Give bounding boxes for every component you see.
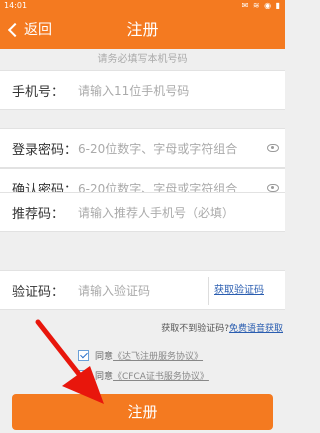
code-row: 验证码： 请输入验证码 获取验证码 xyxy=(0,270,285,310)
referrer-label: 推荐码： xyxy=(12,206,65,222)
status-time: 14:01 xyxy=(4,1,28,10)
referrer-row: 推荐码： 请输入推荐人手机号（必填） xyxy=(0,192,285,232)
referrer-input[interactable]: 请输入推荐人手机号（必填） xyxy=(78,204,285,221)
agreement-prefix: 同意 xyxy=(95,372,114,382)
status-bar: 14:01 ✉ ≋ ◉ ▮ xyxy=(0,0,285,12)
voice-code-link[interactable]: 免费语音获取 xyxy=(229,324,283,334)
voice-prefix: 获取不到验证码? xyxy=(161,324,229,334)
agreement-link[interactable]: 《达飞注册服务协议》 xyxy=(113,349,203,362)
get-code-button[interactable]: 获取验证码 xyxy=(214,271,264,311)
password-input[interactable]: 6-20位数字、字母或字符组合 xyxy=(78,140,285,157)
voice-code-line: 获取不到验证码?免费语音获取 xyxy=(161,321,283,334)
agreement-row-2: 同意 《CFCA证书服务协议》 xyxy=(78,369,209,382)
hint-text: 请务必填写本机号码 xyxy=(97,54,188,65)
password-row: 登录密码： 6-20位数字、字母或字符组合 xyxy=(0,128,285,168)
page-title: 注册 xyxy=(126,20,159,39)
phone-input[interactable]: 请输入11位手机号码 xyxy=(78,82,285,99)
agreement-row-1: 同意 《达飞注册服务协议》 xyxy=(78,349,203,362)
checkbox-icon[interactable] xyxy=(78,350,89,361)
password-label: 登录密码： xyxy=(12,142,78,158)
divider xyxy=(208,277,209,305)
status-icons: ✉ ≋ ◉ ▮ xyxy=(241,1,281,10)
eye-icon[interactable] xyxy=(267,144,279,152)
code-label: 验证码： xyxy=(12,284,65,300)
phone-row: 手机号： 请输入11位手机号码 xyxy=(0,70,285,110)
eye-icon[interactable] xyxy=(267,184,279,192)
app-header: 返回 注册 xyxy=(0,12,285,49)
phone-label: 手机号： xyxy=(12,84,65,100)
register-button[interactable]: 注册 xyxy=(12,394,273,430)
checkbox-icon[interactable] xyxy=(78,370,89,381)
agreement-link[interactable]: 《CFCA证书服务协议》 xyxy=(113,369,209,382)
agreement-prefix: 同意 xyxy=(95,352,114,362)
